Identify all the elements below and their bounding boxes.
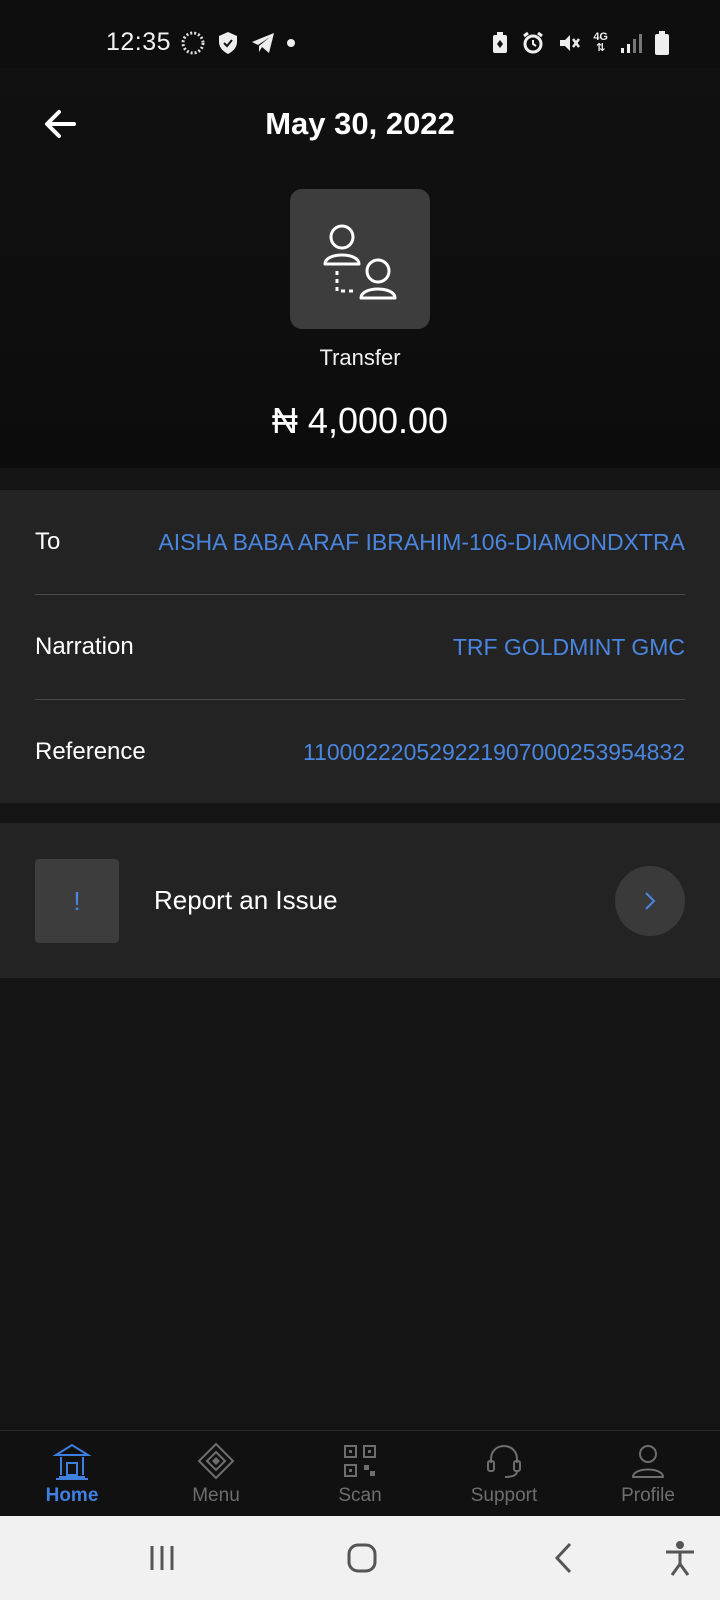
- accessibility-button[interactable]: [660, 1538, 700, 1578]
- report-issue-row[interactable]: ! Report an Issue: [0, 823, 720, 978]
- network-4g-icon: 4G ⇅: [593, 32, 608, 54]
- system-navigation-bar: [0, 1516, 720, 1600]
- nav-label-menu: Menu: [192, 1485, 240, 1506]
- accessibility-icon: [666, 1541, 694, 1576]
- status-bar: 12:35 4G ⇅: [0, 0, 720, 68]
- transfer-category-badge: [290, 189, 430, 329]
- status-left-icons: [180, 30, 296, 56]
- bottom-navigation: Home Menu Scan Support Profile: [0, 1430, 720, 1517]
- nav-item-support[interactable]: Support: [432, 1431, 576, 1517]
- nav-item-home[interactable]: Home: [0, 1431, 144, 1517]
- detail-value-recipient: AISHA BABA ARAF IBRAHIM-106-DIAMONDXTRA: [158, 528, 685, 555]
- detail-row-reference: Reference 110002220529221907000253954832: [35, 700, 685, 804]
- sync-icon: [181, 31, 205, 55]
- headset-icon: [487, 1444, 521, 1478]
- page-title: May 30, 2022: [265, 106, 455, 141]
- telegram-icon: [252, 33, 274, 53]
- detail-label: Narration: [35, 633, 134, 660]
- signal-icon: [621, 34, 642, 53]
- data-arrows-icon: ⇅: [596, 42, 606, 54]
- detail-value-reference: 110002220529221907000253954832: [302, 738, 685, 765]
- nav-item-menu[interactable]: Menu: [144, 1431, 288, 1517]
- report-issue-label: Report an Issue: [154, 885, 338, 915]
- battery-icon: [655, 31, 669, 55]
- chevron-right-icon: [645, 892, 656, 910]
- home-circle-icon: [347, 1543, 377, 1573]
- detail-label: Reference: [35, 738, 146, 765]
- nav-label-home: Home: [45, 1485, 99, 1506]
- detail-row-narration: Narration TRF GOLDMINT GMC: [35, 595, 685, 699]
- report-issue-button[interactable]: [615, 866, 685, 936]
- status-time: 12:35: [106, 28, 172, 56]
- status-right-icons: 4G ⇅: [491, 30, 670, 56]
- recents-icon: [150, 1546, 174, 1570]
- nav-label-scan: Scan: [338, 1485, 382, 1506]
- detail-row-to: To AISHA BABA ARAF IBRAHIM-106-DIAMONDXT…: [35, 490, 685, 594]
- transaction-type-label: Transfer: [319, 345, 401, 370]
- exclamation-icon: !: [73, 885, 81, 916]
- report-icon-badge: !: [35, 859, 119, 943]
- shield-icon: [219, 32, 237, 54]
- home-button[interactable]: [342, 1538, 382, 1578]
- detail-label: To: [35, 528, 61, 555]
- nav-item-scan[interactable]: Scan: [288, 1431, 432, 1517]
- user-icon: [632, 1445, 664, 1478]
- recents-button[interactable]: [142, 1538, 182, 1578]
- mute-icon: [560, 35, 581, 51]
- battery-saver-icon: [493, 32, 508, 53]
- nav-label-profile: Profile: [621, 1485, 675, 1506]
- alarm-icon: [523, 31, 544, 54]
- transaction-details-card: To AISHA BABA ARAF IBRAHIM-106-DIAMONDXT…: [0, 490, 720, 803]
- bank-icon: [52, 1443, 92, 1480]
- transaction-amount: ₦ 4,000.00: [271, 400, 449, 441]
- chevron-left-icon: [554, 1542, 572, 1574]
- detail-value-narration: TRF GOLDMINT GMC: [452, 633, 685, 660]
- qr-icon: [344, 1445, 376, 1477]
- dot-icon: [287, 39, 295, 47]
- system-back-button[interactable]: [545, 1538, 585, 1578]
- diamond-icon: [197, 1442, 235, 1480]
- nav-label-support: Support: [470, 1485, 538, 1506]
- transfer-users-icon: [323, 224, 397, 300]
- nav-item-profile[interactable]: Profile: [576, 1431, 720, 1517]
